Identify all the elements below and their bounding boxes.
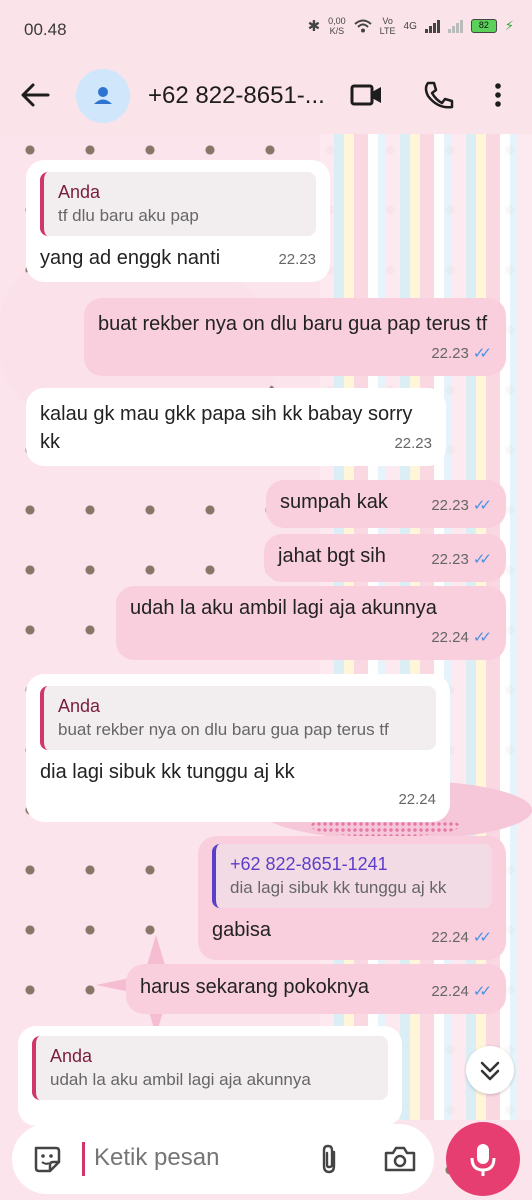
quoted-author: +62 822-8651-1241 xyxy=(230,854,388,874)
message-text: yang ad enggk nanti xyxy=(40,247,221,269)
camera-icon[interactable] xyxy=(382,1142,418,1176)
quoted-message[interactable]: +62 822-8651-1241 dia lagi sibuk kk tung… xyxy=(212,844,492,908)
message-time: 22.23 xyxy=(394,430,432,458)
message-time-text: 22.23 xyxy=(394,435,432,452)
paperclip-icon[interactable] xyxy=(314,1142,344,1176)
double-check-icon: ✓✓ xyxy=(472,929,492,946)
status-icons: ✱ 0,00 K/S Vo LTE 4G 82 ⚡ xyxy=(308,16,514,36)
message-time-text: 22.24 xyxy=(398,791,436,808)
quoted-text: udah la aku ambil lagi aja akunnya xyxy=(50,1070,311,1089)
scroll-to-bottom-button[interactable] xyxy=(466,1046,514,1094)
message-text: kalau gk mau gkk papa sih kk babay sorry… xyxy=(40,403,413,453)
message-outgoing[interactable]: buat rekber nya on dlu baru gua pap teru… xyxy=(84,298,506,376)
sticker-icon[interactable] xyxy=(30,1142,64,1176)
person-icon xyxy=(94,87,112,104)
message-time-text: 22.23 xyxy=(278,251,316,268)
quoted-author: Anda xyxy=(58,182,101,202)
bluetooth-icon: ✱ xyxy=(307,18,321,35)
message-time: 22.23 xyxy=(278,246,316,274)
network-speed-value: 0,00 xyxy=(328,16,346,26)
message-incoming[interactable]: Anda buat rekber nya on dlu baru gua pap… xyxy=(26,674,450,822)
message-time: 22.23 ✓✓ xyxy=(431,546,492,574)
volte-indicator: Vo LTE xyxy=(380,16,396,36)
quoted-text: dia lagi sibuk kk tunggu aj kk xyxy=(230,878,447,897)
message-text: buat rekber nya on dlu baru gua pap teru… xyxy=(98,313,488,335)
message-text: udah la aku ambil lagi aja akunnya xyxy=(130,597,437,619)
contact-name[interactable]: +62 822-8651-... xyxy=(148,82,333,110)
message-outgoing[interactable]: sumpah kak 22.23 ✓✓ xyxy=(266,480,506,528)
quoted-message[interactable]: Anda udah la aku ambil lagi aja akunnya xyxy=(32,1036,388,1100)
message-outgoing[interactable]: harus sekarang pokoknya 22.24 ✓✓ xyxy=(126,964,506,1014)
avatar[interactable] xyxy=(76,69,130,123)
chevron-double-down-icon xyxy=(480,1061,500,1081)
double-check-icon: ✓✓ xyxy=(472,497,492,514)
message-time: 22.24 ✓✓ xyxy=(431,624,492,652)
network-speed-unit: K/S xyxy=(329,26,345,36)
wifi-icon xyxy=(354,19,372,33)
quoted-author: Anda xyxy=(50,1046,93,1066)
double-check-icon: ✓✓ xyxy=(472,345,492,362)
message-time: 22.23 ✓✓ xyxy=(431,340,492,368)
message-text: dia lagi sibuk kk tunggu aj kk xyxy=(40,761,295,783)
message-time-text: 22.23 xyxy=(431,551,469,568)
quoted-message[interactable]: Anda buat rekber nya on dlu baru gua pap… xyxy=(40,686,436,750)
double-check-icon: ✓✓ xyxy=(472,551,492,568)
network-type: 4G xyxy=(403,20,417,32)
message-time-text: 22.23 xyxy=(431,497,469,514)
message-time: 22.24 ✓✓ xyxy=(431,924,492,952)
battery-icon: 82 xyxy=(470,19,497,33)
volte-top: Vo xyxy=(382,16,393,26)
back-arrow-icon[interactable] xyxy=(18,80,52,110)
video-call-icon[interactable] xyxy=(348,78,384,112)
message-incoming[interactable]: Anda udah la aku ambil lagi aja akunnya xyxy=(18,1026,402,1126)
message-time: 22.23 ✓✓ xyxy=(431,492,492,520)
microphone-icon xyxy=(470,1144,496,1176)
message-outgoing[interactable]: +62 822-8651-1241 dia lagi sibuk kk tung… xyxy=(198,836,506,960)
signal-icon xyxy=(424,19,440,33)
message-time: 22.24 xyxy=(398,786,436,814)
quoted-text: tf dlu baru aku pap xyxy=(58,206,199,225)
double-check-icon: ✓✓ xyxy=(472,629,492,646)
quoted-message[interactable]: Anda tf dlu baru aku pap xyxy=(40,172,316,236)
message-time-text: 22.24 xyxy=(431,983,469,1000)
double-check-icon: ✓✓ xyxy=(472,983,492,1000)
quoted-text: buat rekber nya on dlu baru gua pap teru… xyxy=(58,720,389,739)
phone-icon[interactable] xyxy=(420,78,456,112)
more-vertical-icon[interactable] xyxy=(480,78,516,112)
chat-header: +62 822-8651-... xyxy=(0,56,532,134)
quoted-author: Anda xyxy=(58,696,101,716)
message-composer xyxy=(12,1124,434,1194)
message-time-text: 22.24 xyxy=(431,929,469,946)
message-time: 22.24 ✓✓ xyxy=(431,978,492,1006)
volte-bottom: LTE xyxy=(379,26,396,36)
message-incoming[interactable]: Anda tf dlu baru aku pap yang ad enggk n… xyxy=(26,160,330,282)
charging-icon: ⚡ xyxy=(504,18,514,33)
message-outgoing[interactable]: udah la aku ambil lagi aja akunnya 22.24… xyxy=(116,586,506,660)
microphone-button[interactable] xyxy=(446,1122,520,1196)
message-incoming[interactable]: kalau gk mau gkk papa sih kk babay sorry… xyxy=(26,388,446,466)
message-outgoing[interactable]: jahat bgt sih 22.23 ✓✓ xyxy=(264,534,506,582)
network-speed: 0,00 K/S xyxy=(328,16,346,36)
signal-icon-sim2 xyxy=(447,19,463,33)
message-time-text: 22.24 xyxy=(431,629,469,646)
status-time: 00.48 xyxy=(24,20,67,39)
message-time-text: 22.23 xyxy=(431,345,469,362)
message-input[interactable] xyxy=(94,1144,294,1172)
status-bar: 00.48 ✱ 0,00 K/S Vo LTE 4G 82 ⚡ xyxy=(0,0,532,56)
text-cursor xyxy=(82,1142,85,1176)
